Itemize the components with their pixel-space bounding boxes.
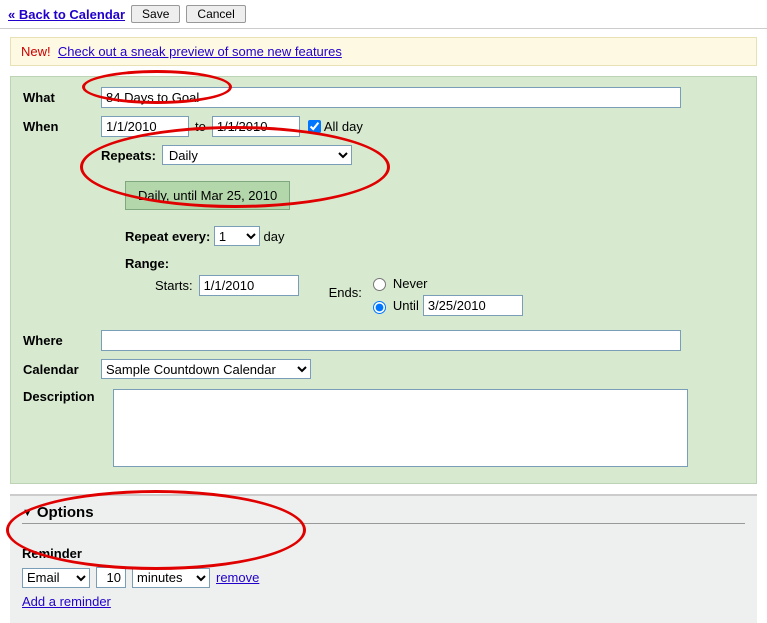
range-starts-label: Starts: (155, 278, 193, 293)
all-day-label: All day (324, 119, 363, 134)
options-panel: ▼ Options Reminder Email minutes remove … (10, 494, 757, 623)
repeat-every-label: Repeat every: (125, 229, 210, 244)
to-label: to (195, 119, 206, 134)
description-label: Description (23, 389, 113, 404)
repeat-every-unit: day (264, 229, 285, 244)
calendar-label: Calendar (23, 362, 101, 377)
when-label: When (23, 119, 101, 134)
what-label: What (23, 90, 101, 105)
sneak-preview-link[interactable]: Check out a sneak preview of some new fe… (58, 44, 342, 59)
reminder-label: Reminder (22, 546, 745, 561)
event-details-panel: What When to All day Repeats: Daily Dail… (10, 76, 757, 484)
options-header[interactable]: ▼ Options (22, 504, 745, 524)
reminder-unit-select[interactable]: minutes (132, 568, 210, 588)
range-label: Range: (125, 256, 169, 271)
what-input[interactable] (101, 87, 681, 108)
where-label: Where (23, 333, 101, 348)
ends-never-radio[interactable] (373, 278, 386, 291)
reminder-remove-link[interactable]: remove (216, 570, 259, 585)
ends-until-input[interactable] (423, 295, 523, 316)
options-header-label: Options (37, 504, 94, 521)
range-starts-input[interactable] (199, 275, 299, 296)
reminder-amount-input[interactable] (96, 567, 126, 588)
reminder-method-select[interactable]: Email (22, 568, 90, 588)
start-date-input[interactable] (101, 116, 189, 137)
where-input[interactable] (101, 330, 681, 351)
back-to-calendar-link[interactable]: « Back to Calendar (8, 7, 125, 22)
description-textarea[interactable] (113, 389, 688, 467)
repeats-select[interactable]: Daily (162, 145, 352, 165)
ends-never-label: Never (393, 276, 428, 291)
add-reminder-link[interactable]: Add a reminder (22, 594, 111, 609)
all-day-checkbox[interactable] (308, 120, 321, 133)
ends-until-radio[interactable] (373, 301, 386, 314)
cancel-button[interactable]: Cancel (186, 5, 245, 23)
calendar-select[interactable]: Sample Countdown Calendar (101, 359, 311, 379)
end-date-input[interactable] (212, 116, 300, 137)
new-tag: New! (21, 44, 51, 59)
ends-until-label: Until (393, 298, 419, 313)
range-ends-label: Ends: (329, 285, 362, 300)
repeat-every-select[interactable]: 1 (214, 226, 260, 246)
new-features-notice: New! Check out a sneak preview of some n… (10, 37, 757, 66)
repeats-label: Repeats: (101, 148, 156, 163)
triangle-down-icon: ▼ (22, 507, 33, 519)
repeat-summary: Daily, until Mar 25, 2010 (125, 181, 290, 210)
save-button[interactable]: Save (131, 5, 180, 23)
